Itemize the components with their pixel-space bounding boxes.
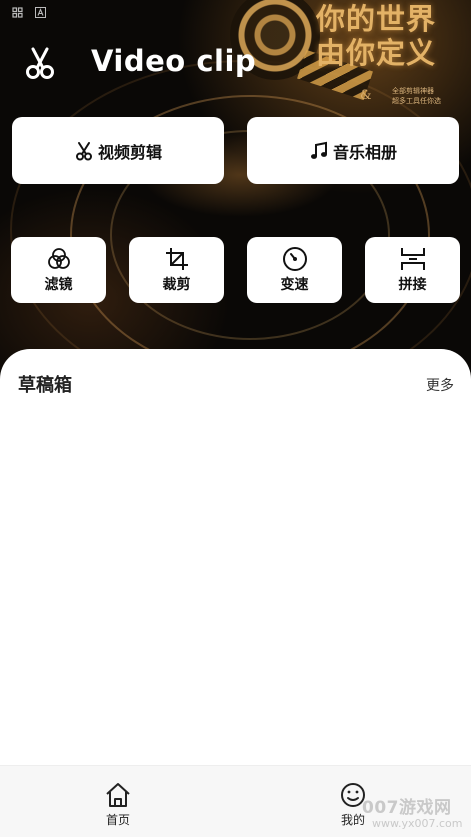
speed-dial-icon: [282, 246, 308, 274]
status-bar: [12, 7, 46, 22]
music-note-icon: [309, 141, 329, 161]
nav-home-label: 首页: [105, 813, 130, 827]
scissors-icon: [24, 46, 56, 80]
crop-label: 裁剪: [162, 277, 191, 293]
video-edit-button[interactable]: 视频剪辑: [12, 117, 224, 184]
header-banner: 你的世界 由你定义 & 全部剪辑神器 超多工具任你选 Video clip 视频…: [0, 0, 471, 380]
app-title: Video clip: [91, 44, 257, 78]
splice-button[interactable]: 拼接: [365, 237, 460, 303]
poster-subtitle-line1: 全部剪辑神器: [392, 87, 434, 95]
crop-button[interactable]: 裁剪: [129, 237, 224, 303]
filter-circles-icon: [46, 246, 72, 274]
poster-slogan-line2: 由你定义: [316, 36, 437, 70]
splice-label: 拼接: [398, 277, 427, 293]
video-edit-label: 视频剪辑: [97, 142, 162, 162]
poster-slogan: 你的世界 由你定义: [316, 2, 466, 70]
drafts-title: 草稿箱: [18, 375, 72, 396]
app-grid-icon: [12, 7, 23, 22]
crop-icon: [164, 246, 190, 274]
watermark-logo: 007游戏网: [362, 798, 452, 818]
music-album-button[interactable]: 音乐相册: [247, 117, 459, 184]
poster-slogan-line1: 你的世界: [316, 2, 437, 36]
speed-label: 变速: [280, 277, 309, 293]
filter-label: 滤镜: [44, 277, 73, 293]
watermark-url: www.yx007.com: [372, 817, 463, 830]
filter-button[interactable]: 滤镜: [11, 237, 106, 303]
drafts-panel: 草稿箱 更多: [0, 349, 471, 765]
poster-ampersand: &: [360, 88, 372, 103]
poster-subtitle-line2: 超多工具任你选: [392, 97, 441, 105]
drafts-more-link[interactable]: 更多: [426, 375, 454, 395]
speed-button[interactable]: 变速: [247, 237, 342, 303]
home-icon: [104, 782, 132, 811]
splice-icon: [399, 246, 427, 274]
music-album-label: 音乐相册: [332, 142, 397, 162]
a-icon: [35, 7, 46, 22]
scissors-icon: [74, 141, 94, 161]
poster-subtitle: 全部剪辑神器 超多工具任你选: [392, 86, 471, 106]
nav-home-tab[interactable]: 首页: [88, 782, 148, 828]
